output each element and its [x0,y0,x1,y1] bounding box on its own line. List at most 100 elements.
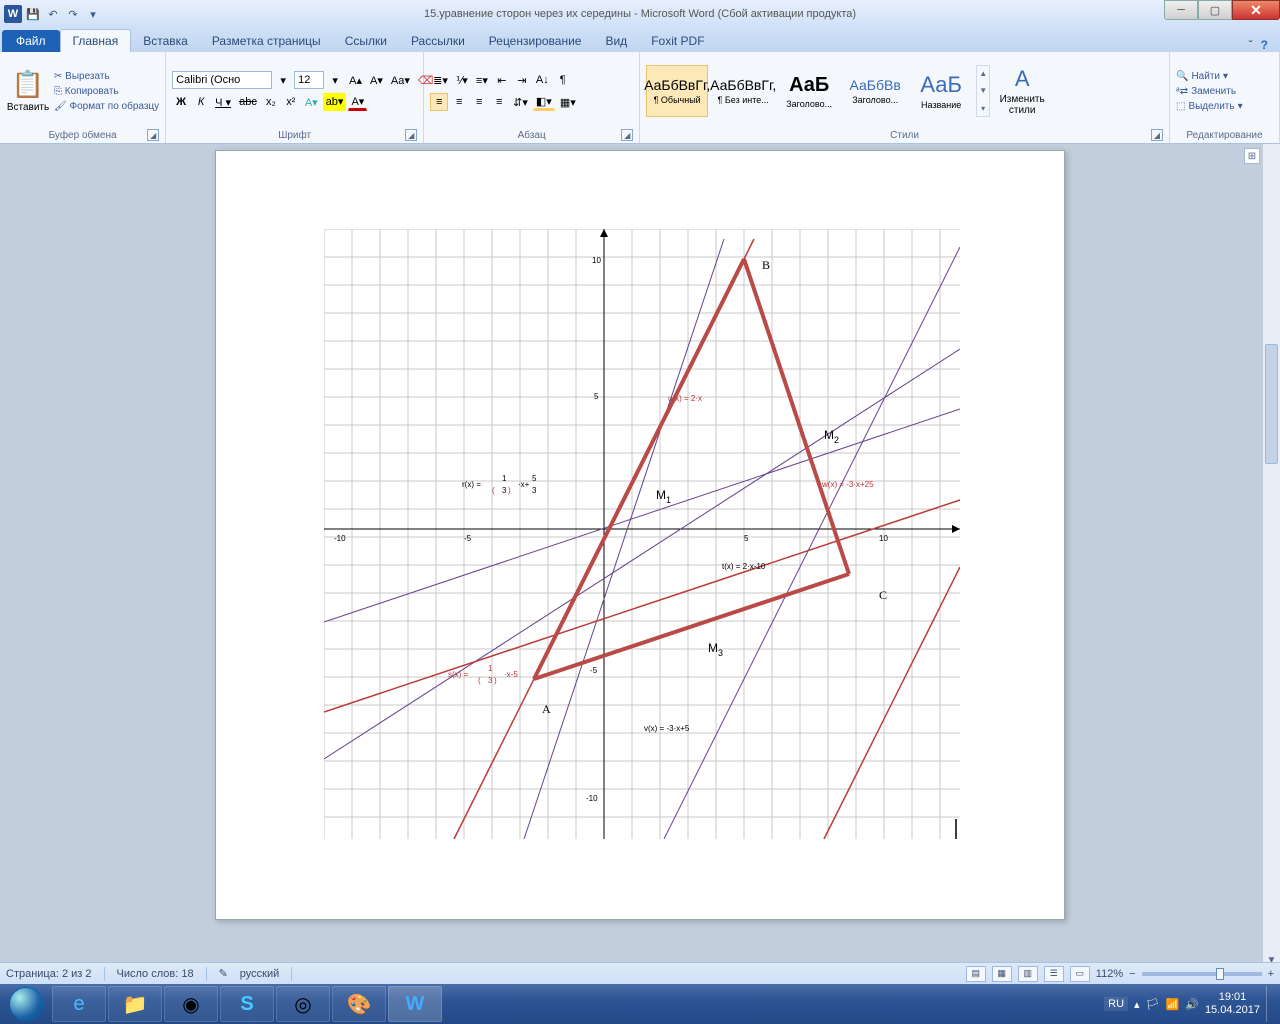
taskbar-paint[interactable]: 🎨 [332,986,386,1022]
taskbar-app1[interactable]: ◎ [276,986,330,1022]
zoom-thumb[interactable] [1216,968,1224,980]
align-center-icon[interactable]: ≡ [450,93,468,111]
cut-button[interactable]: ✂ Вырезать [54,70,159,83]
vertical-scrollbar[interactable]: ▼ [1262,144,1280,968]
tab-foxit[interactable]: Foxit PDF [639,30,716,52]
status-words[interactable]: Число слов: 18 [117,968,194,980]
align-right-icon[interactable]: ≡ [470,93,488,111]
minimize-ribbon-icon[interactable]: ˇ [1249,38,1253,52]
tray-show-hidden-icon[interactable]: ▴ [1134,998,1140,1011]
show-desktop-button[interactable] [1266,986,1274,1022]
replace-button[interactable]: ᵃ⇄Заменить [1176,85,1243,98]
qat-dropdown-icon[interactable]: ▾ [84,5,102,23]
tray-network-icon[interactable]: 📶 [1166,998,1180,1011]
taskbar-explorer[interactable]: 📁 [108,986,162,1022]
italic-button[interactable]: К [192,93,210,111]
tab-mailings[interactable]: Рассылки [399,30,477,52]
view-web-icon[interactable]: ▥ [1018,966,1038,982]
start-button[interactable] [2,986,50,1022]
status-zoom[interactable]: 112% [1096,968,1123,980]
view-draft-icon[interactable]: ▭ [1070,966,1090,982]
undo-icon[interactable]: ↶ [44,5,62,23]
font-color-icon[interactable]: A▾ [348,93,367,111]
font-dialog-icon[interactable]: ◢ [405,129,417,141]
zoom-out-button[interactable]: − [1129,968,1135,980]
minimize-button[interactable]: ─ [1164,0,1198,20]
view-print-layout-icon[interactable]: ▤ [966,966,986,982]
bullets-icon[interactable]: ≣▾ [430,71,451,89]
maximize-button[interactable]: ▢ [1198,0,1232,20]
superscript-button[interactable]: x² [282,93,300,111]
chevron-down-icon[interactable]: ▼ [979,86,987,95]
paste-button[interactable]: 📋 Вставить [6,54,50,128]
highlight-icon[interactable]: ab▾ [323,93,347,111]
select-button[interactable]: ⬚Выделить ▾ [1176,100,1243,113]
style-normal[interactable]: АаБбВвГг,¶ Обычный [646,65,708,117]
tab-insert[interactable]: Вставка [131,30,200,52]
indent-dec-icon[interactable]: ⇤ [493,71,511,89]
subscript-button[interactable]: x₂ [262,93,280,111]
format-painter-button[interactable]: 🖌 Формат по образцу [54,100,159,113]
find-button[interactable]: 🔍Найти ▾ [1176,70,1243,83]
strike-button[interactable]: abc [236,93,260,111]
tab-home[interactable]: Главная [60,29,132,52]
line-spacing-icon[interactable]: ⇵▾ [510,93,531,111]
text-effects-icon[interactable]: A▾ [302,93,321,111]
tray-flag-icon[interactable]: 🏳 [1146,998,1160,1011]
tray-clock[interactable]: 19:01 15.04.2017 [1205,991,1260,1017]
align-left-icon[interactable]: ≡ [430,93,448,111]
multilevel-icon[interactable]: ≡▾ [473,71,491,89]
borders-icon[interactable]: ▦▾ [557,93,579,111]
view-outline-icon[interactable]: ☰ [1044,966,1064,982]
styles-scroll[interactable]: ▲ ▼ ▾ [976,65,990,117]
style-nointerval[interactable]: АаБбВвГг,¶ Без инте... [712,65,774,117]
paragraph-dialog-icon[interactable]: ◢ [621,129,633,141]
redo-icon[interactable]: ↷ [64,5,82,23]
style-heading2[interactable]: АаБбВвЗаголово... [844,65,906,117]
align-justify-icon[interactable]: ≡ [490,93,508,111]
tab-pagelayout[interactable]: Разметка страницы [200,30,333,52]
tab-view[interactable]: Вид [593,30,639,52]
indent-inc-icon[interactable]: ⇥ [513,71,531,89]
status-page[interactable]: Страница: 2 из 2 [6,968,92,980]
numbering-icon[interactable]: ⅟▾ [453,71,471,89]
shrink-font-icon[interactable]: A▾ [367,71,386,89]
style-title[interactable]: АаБНазвание [910,65,972,117]
chevron-up-icon[interactable]: ▲ [979,69,987,78]
font-size-input[interactable] [294,71,324,89]
scrollbar-thumb[interactable] [1265,344,1278,464]
change-styles-button[interactable]: A Изменить стили [994,64,1050,118]
tray-lang[interactable]: RU [1104,997,1128,1011]
taskbar-skype[interactable]: S [220,986,274,1022]
ruler-toggle-icon[interactable]: ⊞ [1244,148,1260,164]
close-button[interactable]: ✕ [1232,0,1280,20]
change-case-icon[interactable]: Aa▾ [388,71,413,89]
underline-button[interactable]: Ч ▾ [212,93,234,111]
show-marks-icon[interactable]: ¶ [554,71,572,89]
grow-font-icon[interactable]: A▴ [346,71,365,89]
font-size-dropdown-icon[interactable]: ▾ [326,71,344,89]
sort-icon[interactable]: A↓ [533,71,552,89]
tab-references[interactable]: Ссылки [333,30,399,52]
zoom-slider[interactable] [1142,972,1262,976]
taskbar-word[interactable]: W [388,986,442,1022]
tray-sound-icon[interactable]: 🔊 [1185,998,1199,1011]
zoom-in-button[interactable]: + [1268,968,1274,980]
chevron-more-icon[interactable]: ▾ [981,104,985,113]
taskbar-chrome[interactable]: ◉ [164,986,218,1022]
bold-button[interactable]: Ж [172,93,190,111]
status-lang[interactable]: русский [240,968,279,980]
save-icon[interactable]: 💾 [24,5,42,23]
view-reading-icon[interactable]: ▦ [992,966,1012,982]
copy-button[interactable]: ⎘ Копировать [54,85,159,98]
taskbar-ie[interactable]: e [52,986,106,1022]
proofing-icon[interactable]: ✎ [219,967,228,980]
help-icon[interactable]: ? [1261,38,1268,52]
clipboard-dialog-icon[interactable]: ◢ [147,129,159,141]
font-name-input[interactable] [172,71,272,89]
font-name-dropdown-icon[interactable]: ▾ [274,71,292,89]
tab-file[interactable]: Файл [2,30,60,52]
shading-icon[interactable]: ◧▾ [533,93,555,111]
style-heading1[interactable]: АаБЗаголово... [778,65,840,117]
styles-dialog-icon[interactable]: ◢ [1151,129,1163,141]
